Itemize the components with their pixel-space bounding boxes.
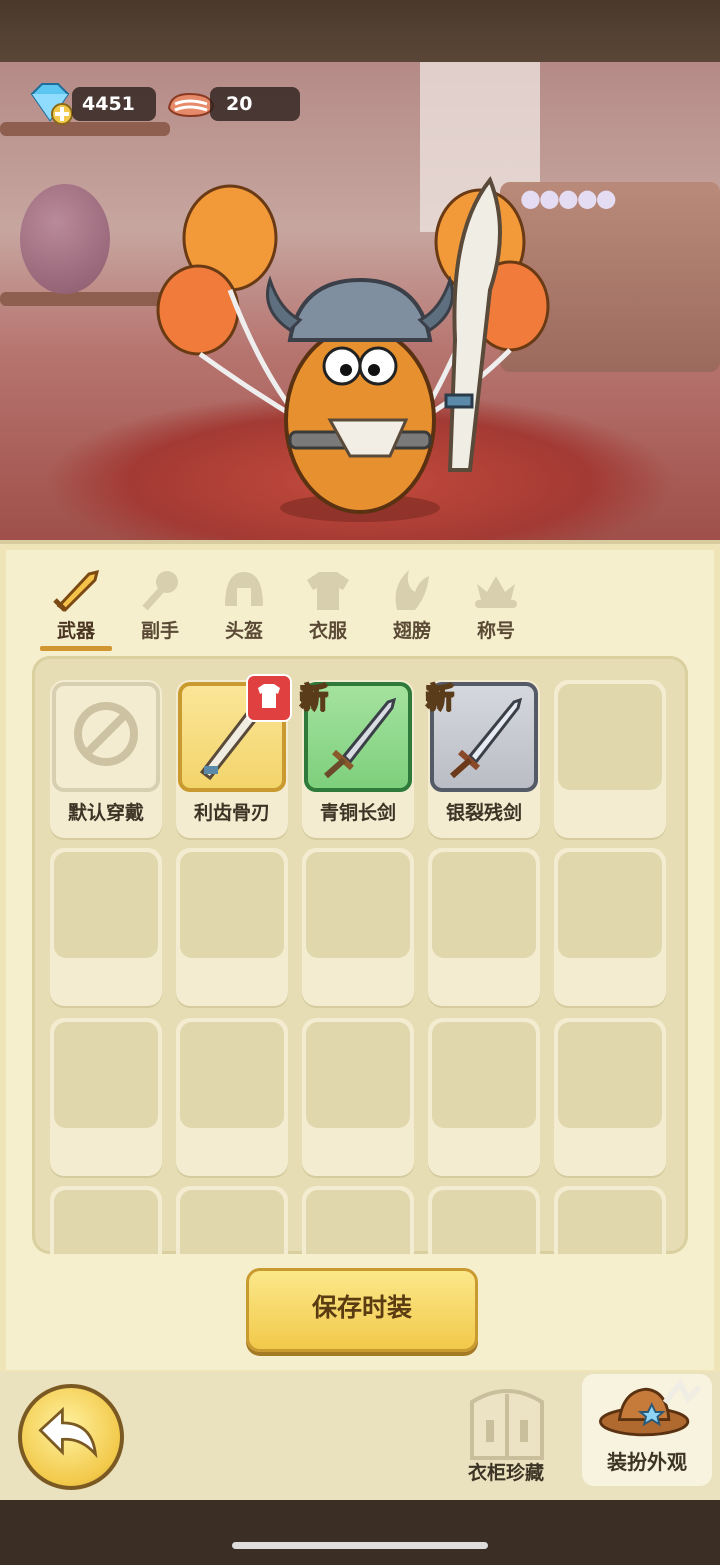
potato-character	[156, 176, 550, 522]
gems-counter: 4451	[72, 87, 156, 121]
empty-slot[interactable]	[302, 1186, 414, 1254]
item-name: 青铜长剑	[319, 802, 396, 824]
tab-wings[interactable]: 翅膀	[372, 566, 452, 650]
empty-slot[interactable]	[428, 1018, 540, 1176]
hat-icon	[599, 1378, 702, 1437]
empty-slot[interactable]	[302, 1018, 414, 1176]
slot-well	[54, 1022, 158, 1128]
slot-well	[558, 852, 662, 958]
tab-label: 翅膀	[392, 620, 431, 642]
slot-well	[306, 1022, 410, 1128]
item-slot-default[interactable]: 默认穿戴	[50, 680, 162, 838]
slot-well	[180, 852, 284, 958]
helmet-icon	[225, 572, 263, 606]
tab-offhand[interactable]: 副手	[120, 566, 200, 650]
item-grid: 默认穿戴 利齿骨刃 新 青铜长剑 新 银裂残剑	[32, 656, 688, 1254]
back-arrow-icon	[38, 1406, 98, 1459]
active-tab-indicator	[40, 646, 112, 651]
scene-egg	[20, 184, 110, 294]
wardrobe-label: 衣柜珍藏	[467, 1462, 544, 1484]
dressup-button[interactable]: 装扮外观	[582, 1374, 712, 1486]
home-indicator[interactable]	[232, 1542, 488, 1549]
slot-well	[558, 1190, 662, 1254]
slot-well	[432, 1022, 536, 1128]
slot-well	[432, 1190, 536, 1254]
equipped-badge	[246, 674, 292, 722]
empty-slot[interactable]	[50, 848, 162, 1006]
item-slot-bronze-sword[interactable]: 新 青铜长剑	[299, 680, 414, 838]
tab-label: 武器	[56, 620, 95, 642]
empty-slot[interactable]	[302, 848, 414, 1006]
slot-well	[54, 852, 158, 958]
new-badge: 新	[299, 680, 329, 715]
empty-slot[interactable]	[554, 1018, 666, 1176]
wing-icon	[395, 570, 429, 610]
slot-well	[180, 1190, 284, 1254]
item-name: 银裂残剑	[445, 802, 522, 824]
save-outfit-button[interactable]: 保存时装	[246, 1268, 478, 1352]
bottom-frame	[0, 1500, 720, 1565]
meat-value: 20	[226, 93, 253, 115]
empty-slot[interactable]	[554, 848, 666, 1006]
gems-value: 4451	[82, 93, 135, 115]
item-slot-bone-blade[interactable]: 利齿骨刃	[176, 674, 292, 838]
slot-well	[306, 852, 410, 958]
top-frame	[0, 0, 720, 62]
scene-shelf	[0, 292, 170, 306]
tab-clothes[interactable]: 衣服	[288, 566, 368, 650]
prohibited-icon	[74, 702, 138, 766]
category-tabs: 武器 副手 头盔 衣服 翅膀 称号	[36, 566, 576, 656]
sword-icon	[53, 569, 100, 612]
empty-slot[interactable]	[176, 1186, 288, 1254]
empty-slot[interactable]	[428, 848, 540, 1006]
diamond-plus-icon[interactable]	[26, 82, 74, 126]
shirt-icon	[258, 684, 280, 708]
dressup-label: 装扮外观	[607, 1450, 687, 1474]
slot-well	[432, 852, 536, 958]
empty-slot[interactable]	[50, 1186, 162, 1254]
slot-well	[558, 1022, 662, 1128]
wardrobe-icon	[470, 1389, 544, 1460]
mace-icon	[142, 571, 178, 611]
tab-label: 衣服	[308, 620, 347, 642]
armor-icon	[307, 572, 349, 610]
crown-icon	[475, 576, 517, 608]
empty-slot[interactable]	[176, 848, 288, 1006]
tab-label: 头盔	[224, 620, 263, 642]
item-name: 默认穿戴	[67, 802, 144, 824]
empty-slot[interactable]	[176, 1018, 288, 1176]
empty-slot[interactable]	[554, 680, 666, 838]
slot-well	[558, 684, 662, 790]
slot-well	[306, 1190, 410, 1254]
wardrobe-collection-button[interactable]: 衣柜珍藏	[452, 1380, 562, 1490]
back-button[interactable]	[18, 1384, 124, 1490]
tab-helmet[interactable]: 头盔	[204, 566, 284, 650]
item-frame	[178, 674, 292, 792]
tab-label: 副手	[140, 620, 179, 642]
item-slot-silver-sword[interactable]: 新 银裂残剑	[425, 680, 540, 838]
empty-slot[interactable]	[428, 1186, 540, 1254]
slot-well	[180, 1022, 284, 1128]
item-frame: 新	[425, 680, 538, 792]
slot-well	[54, 1190, 158, 1254]
item-frame	[52, 682, 160, 792]
item-name: 利齿骨刃	[193, 802, 270, 824]
new-badge: 新	[425, 680, 455, 715]
item-frame: 新	[299, 680, 412, 792]
tab-weapon[interactable]: 武器	[36, 566, 116, 651]
empty-slot[interactable]	[554, 1186, 666, 1254]
tab-title[interactable]: 称号	[456, 566, 536, 650]
meat-counter: 20	[210, 87, 300, 121]
tab-label: 称号	[476, 620, 515, 642]
empty-slot[interactable]	[50, 1018, 162, 1176]
